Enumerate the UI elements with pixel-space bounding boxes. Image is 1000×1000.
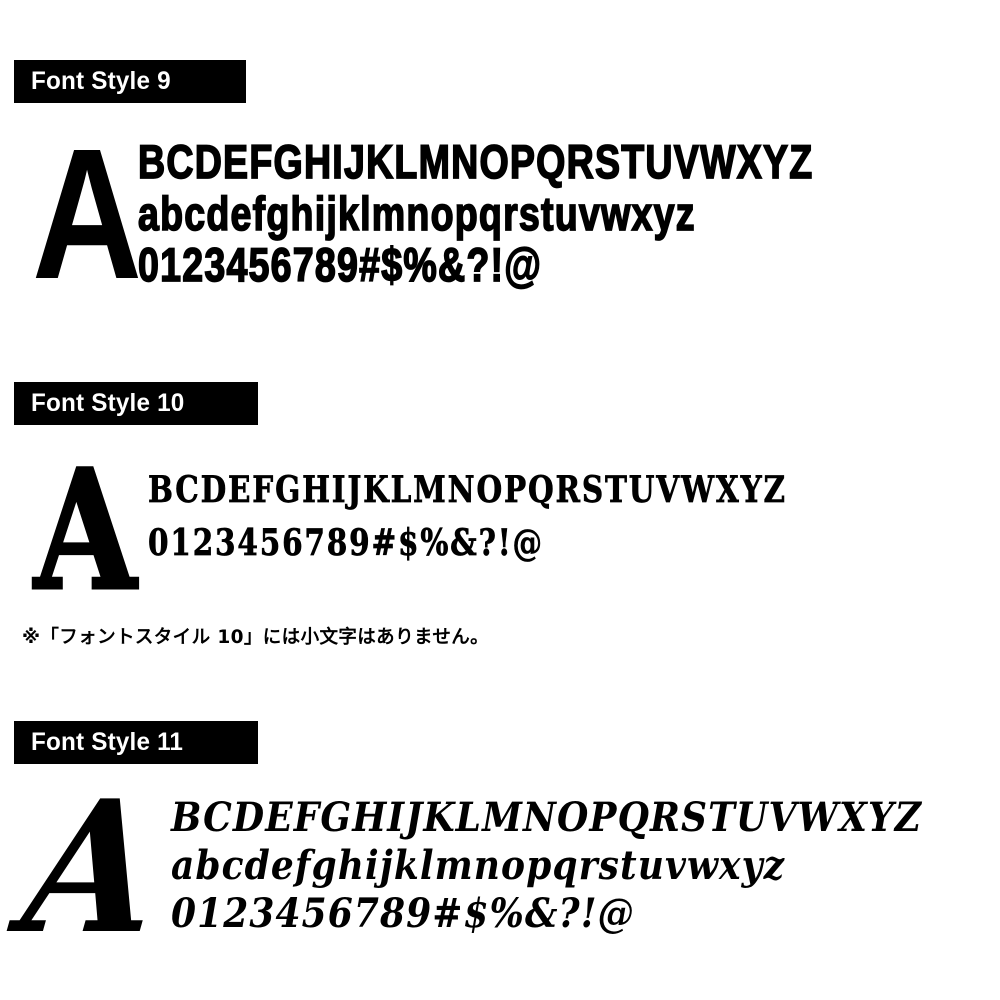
- specimen-font-style-11: A BCDEFGHIJKLMNOPQRSTUVWXYZ abcdefghijkl…: [15, 760, 990, 974]
- specimen-row-uppercase: BCDEFGHIJKLMNOPQRSTUVWXYZ: [138, 135, 814, 188]
- specimen-rows: BCDEFGHIJKLMNOPQRSTUVWXYZ 0123456789#$%&…: [148, 469, 990, 564]
- font-specimen-page: Font Style 9 A BCDEFGHIJKLMNOPQRSTUVWXYZ…: [0, 0, 1000, 1000]
- specimen-row-uppercase: BCDEFGHIJKLMNOPQRSTUVWXYZ: [171, 794, 923, 841]
- specimen-rows: BCDEFGHIJKLMNOPQRSTUVWXYZ abcdefghijklmn…: [138, 135, 990, 291]
- display-letter-a: A: [32, 111, 143, 318]
- specimen-font-style-10: A BCDEFGHIJKLMNOPQRSTUVWXYZ 0123456789#$…: [30, 446, 990, 614]
- section-header-font-style-10: Font Style 10: [14, 382, 258, 425]
- specimen-row-numerals: 0123456789#$%&?!@: [138, 238, 543, 291]
- section-header-font-style-11: Font Style 11: [14, 721, 258, 764]
- section-header-label: Font Style 11: [31, 728, 184, 756]
- specimen-row-numerals: 0123456789#$%&?!@: [171, 890, 635, 937]
- specimen-row-uppercase: BCDEFGHIJKLMNOPQRSTUVWXYZ: [148, 469, 787, 511]
- display-letter-a: A: [33, 433, 138, 627]
- specimen-rows: BCDEFGHIJKLMNOPQRSTUVWXYZ abcdefghijklmn…: [171, 798, 1000, 934]
- specimen-row-numerals: 0123456789#$%&?!@: [148, 522, 544, 564]
- section-header-label: Font Style 9: [31, 67, 171, 95]
- specimen-row-lowercase: abcdefghijklmnopqrstuvwxyz: [171, 842, 786, 889]
- display-letter-a: A: [15, 760, 168, 974]
- section-header-font-style-9: Font Style 9: [14, 60, 246, 103]
- specimen-row-lowercase: abcdefghijklmnopqrstuvwxyz: [138, 187, 697, 240]
- no-lowercase-note: ※「フォントスタイル 10」には小文字はありません。: [22, 627, 490, 648]
- section-header-label: Font Style 10: [31, 389, 185, 417]
- specimen-font-style-9: A BCDEFGHIJKLMNOPQRSTUVWXYZ abcdefghijkl…: [30, 122, 990, 308]
